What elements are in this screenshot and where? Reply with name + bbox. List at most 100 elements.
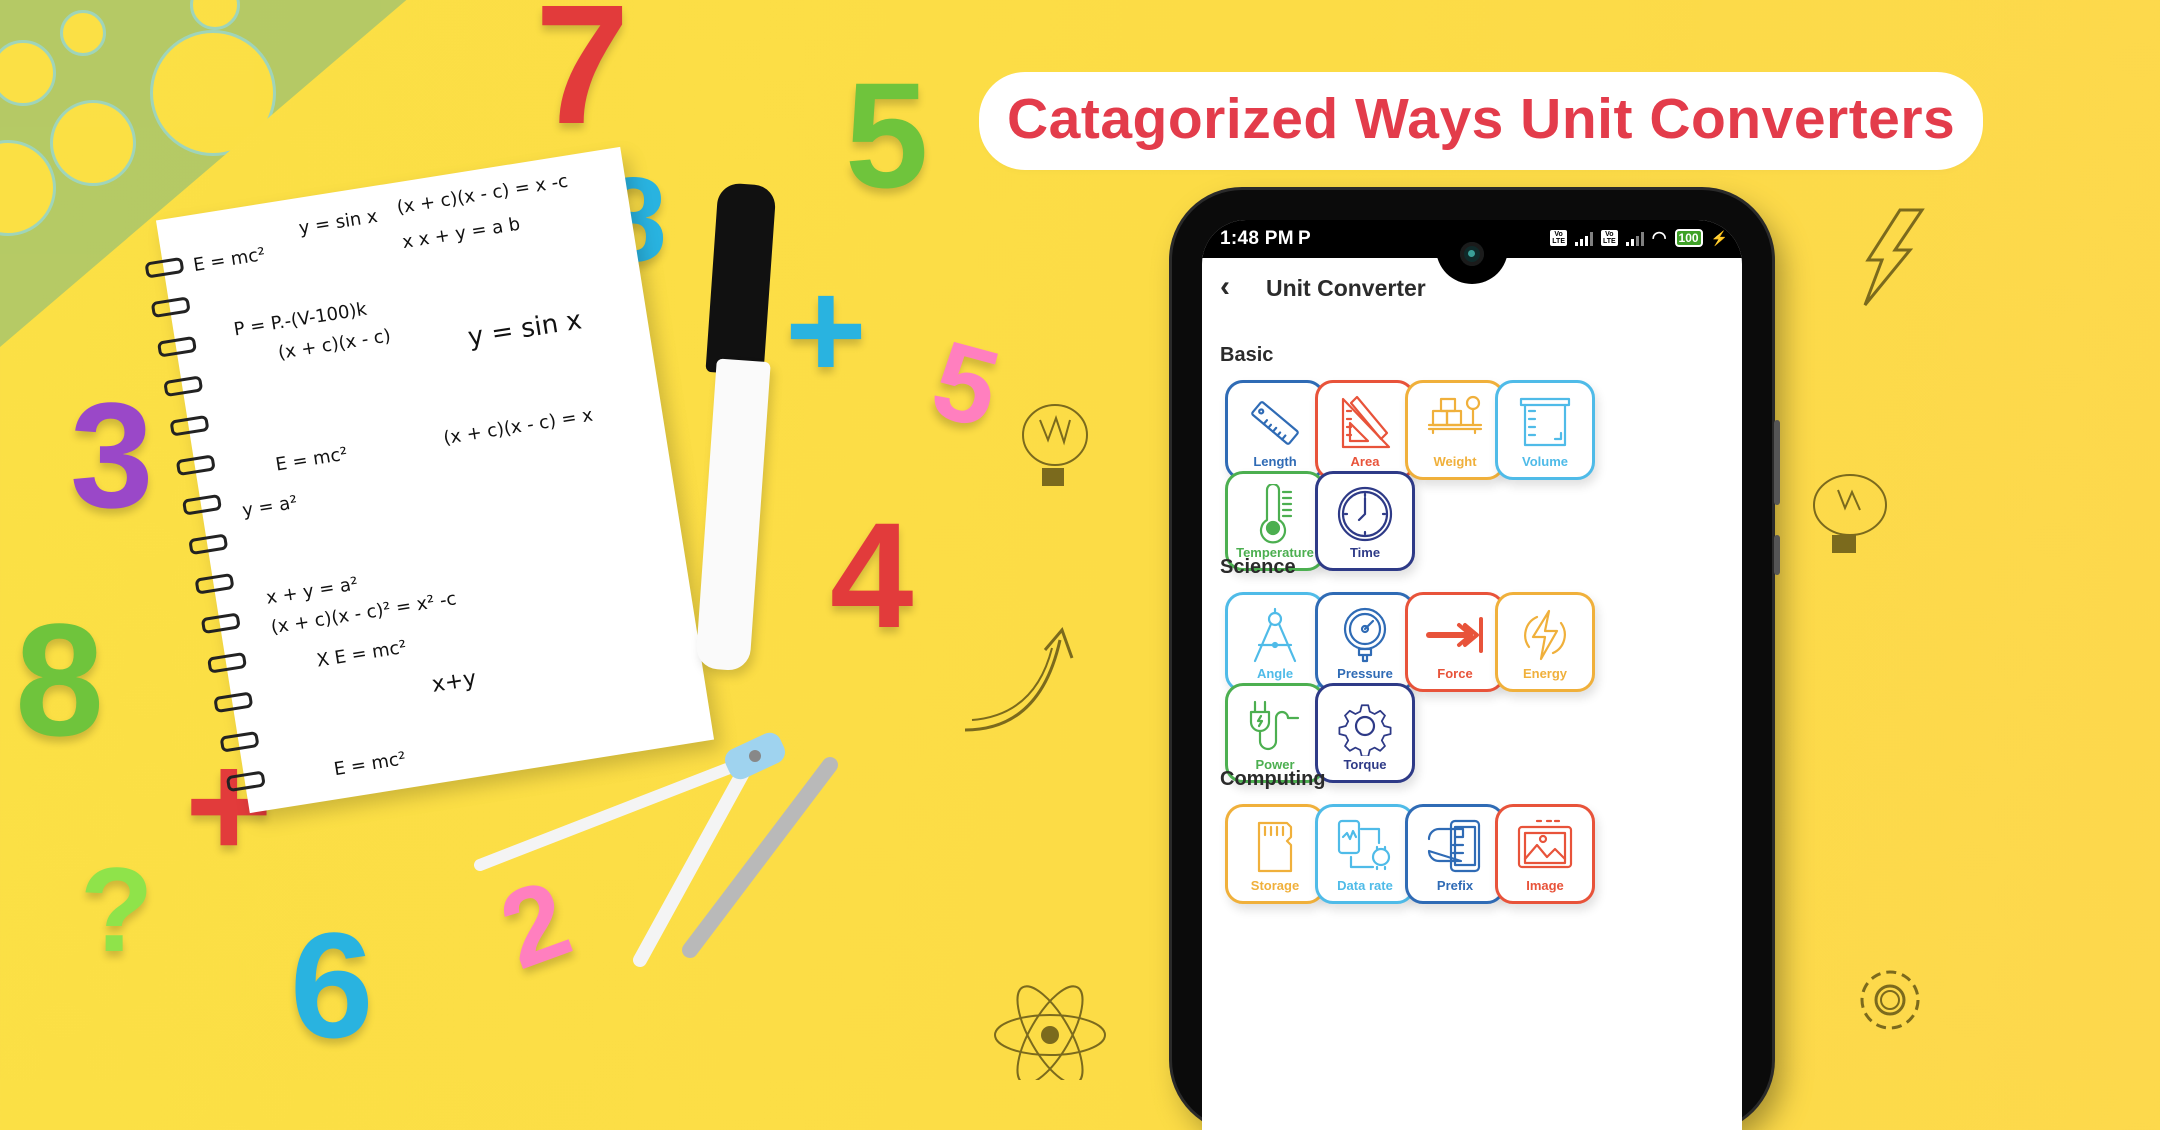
sd-card-icon <box>1257 821 1293 873</box>
spiral-ring <box>213 691 254 714</box>
spiral-ring <box>200 612 241 635</box>
converter-tile-angle[interactable]: Angle <box>1225 592 1325 692</box>
converter-tile-energy[interactable]: Energy <box>1495 592 1595 692</box>
power-button <box>1774 535 1780 575</box>
lightbulb-doodle-right <box>1813 474 1887 553</box>
parking-p-icon: P <box>1298 228 1311 249</box>
volume-button <box>1774 420 1780 505</box>
formula: E = mc² <box>332 748 408 781</box>
section-title-computing: Computing <box>1220 768 1326 790</box>
formula: y = sin x <box>297 205 380 240</box>
converter-tile-weight[interactable]: Weight <box>1405 380 1505 480</box>
converter-tile-length[interactable]: Length <box>1225 380 1325 480</box>
spiral-ring <box>163 375 204 398</box>
spiral-ring <box>150 296 191 319</box>
lightning-circle-icon <box>1524 609 1566 661</box>
marker-cap <box>705 182 777 376</box>
lightning-doodle <box>1863 208 1925 306</box>
converter-tile-time[interactable]: Time <box>1315 471 1415 571</box>
converter-tile-data-rate[interactable]: Data rate <box>1315 804 1415 904</box>
app-bar: ‹ Unit Converter <box>1202 258 1742 318</box>
headline-banner: Catagorized Ways Unit Converters <box>985 78 1978 164</box>
volte-icon: Vo LTE <box>1600 230 1618 246</box>
spiral-ring <box>194 572 235 595</box>
number-8-green-figure: 8 <box>15 590 104 769</box>
drawing-compass <box>474 732 838 967</box>
tile-label: Data rate <box>1337 878 1393 893</box>
stencil-hole <box>0 140 56 236</box>
ruler-icon <box>1251 401 1299 445</box>
phone-mockup: 1:48 PM P Vo LTE Vo LTE ◠ 100 ⚡ ‹ Unit Con… <box>1172 190 1780 1130</box>
spiral-ring <box>181 493 223 516</box>
status-time: 1:48 PM <box>1220 228 1294 249</box>
spiral-ring <box>175 454 216 477</box>
formula: x x + y = a b <box>400 213 522 254</box>
tile-label: Prefix <box>1436 878 1474 893</box>
plug-icon <box>1249 700 1300 751</box>
curved-arrow-doodle <box>964 627 1074 732</box>
plus-blue-figure: + <box>785 251 867 408</box>
converter-tile-pressure[interactable]: Pressure <box>1315 592 1415 692</box>
number-4-figure: 4 <box>830 491 914 659</box>
atom-doodle <box>994 985 1106 1080</box>
section-title-basic: Basic <box>1220 344 1274 366</box>
picture-icon <box>1517 819 1573 869</box>
formula: (x + c)(x - c) = x <box>441 404 595 450</box>
tile-label: Angle <box>1256 666 1294 681</box>
formula: y = a² <box>240 491 299 522</box>
back-chevron-icon[interactable]: ‹ <box>1220 270 1230 304</box>
section-title-science: Science <box>1220 556 1296 578</box>
compass-icon <box>1253 607 1297 663</box>
formula: (x + c)(x - c) = x -c <box>395 170 570 219</box>
gear-icon <box>1338 704 1392 756</box>
beaker-icon <box>1519 397 1571 447</box>
hand-phone-icon <box>1427 819 1481 873</box>
converter-tile-area[interactable]: Area <box>1315 380 1415 480</box>
tile-label: Area <box>1350 454 1380 469</box>
arrow-to-bar-icon <box>1426 617 1483 653</box>
marker-body <box>695 358 771 672</box>
formula: E = mc² <box>274 443 350 476</box>
number-3-figure: 3 <box>70 371 154 539</box>
tile-label: Image <box>1526 878 1564 893</box>
spiral-ring <box>188 533 229 556</box>
number-6-figure: 6 <box>290 901 374 1069</box>
tile-label: Length <box>1253 454 1297 469</box>
set-square-pencil-icon <box>1341 395 1391 449</box>
app-screen: 1:48 PM P Vo LTE Vo LTE ◠ 100 ⚡ ‹ Unit Con… <box>1202 220 1742 1130</box>
lightbulb-doodle <box>1022 404 1088 486</box>
converter-tile-image[interactable]: Image <box>1495 804 1595 904</box>
gear-doodle <box>1860 970 1920 1030</box>
formula: x + y = a² <box>264 573 360 609</box>
formula: y = sin x <box>465 305 584 353</box>
scale-boxes-icon <box>1427 395 1483 435</box>
signal-icon <box>1574 230 1593 246</box>
converter-tile-volume[interactable]: Volume <box>1495 380 1595 480</box>
tile-label: Pressure <box>1337 666 1393 681</box>
converter-tile-prefix[interactable]: Prefix <box>1405 804 1505 904</box>
pressure-gauge-icon <box>1343 607 1387 663</box>
number-5-pink-figure: 5 <box>920 317 1012 452</box>
tile-label: Storage <box>1250 878 1300 893</box>
formula: X E = mc² <box>315 636 409 672</box>
tile-label: Force <box>1437 666 1473 681</box>
signal-icon <box>1625 230 1644 246</box>
stencil-hole <box>50 100 136 186</box>
spiral-ring <box>207 651 248 674</box>
formula: E = mc² <box>191 243 267 277</box>
thermometer-icon <box>1259 484 1293 544</box>
question-mark-figure: ? <box>80 843 154 977</box>
charging-icon: ⚡ <box>1710 229 1728 246</box>
converter-tile-storage[interactable]: Storage <box>1225 804 1325 904</box>
status-icons: Vo LTE Vo LTE ◠ 100 ⚡ <box>1550 228 1728 248</box>
converter-tile-torque[interactable]: Torque <box>1315 683 1415 783</box>
tile-label: Energy <box>1522 666 1568 681</box>
number-5-figure: 5 <box>845 51 929 219</box>
tile-label: Torque <box>1343 757 1387 772</box>
tile-label: Time <box>1349 545 1381 560</box>
converter-tile-force[interactable]: Force <box>1405 592 1505 692</box>
tile-label: Volume <box>1522 454 1568 469</box>
battery-icon: 100 <box>1674 229 1703 247</box>
number-7-figure: 7 <box>535 0 630 160</box>
headline-text: Catagorized Ways Unit Converters <box>1007 87 1956 151</box>
